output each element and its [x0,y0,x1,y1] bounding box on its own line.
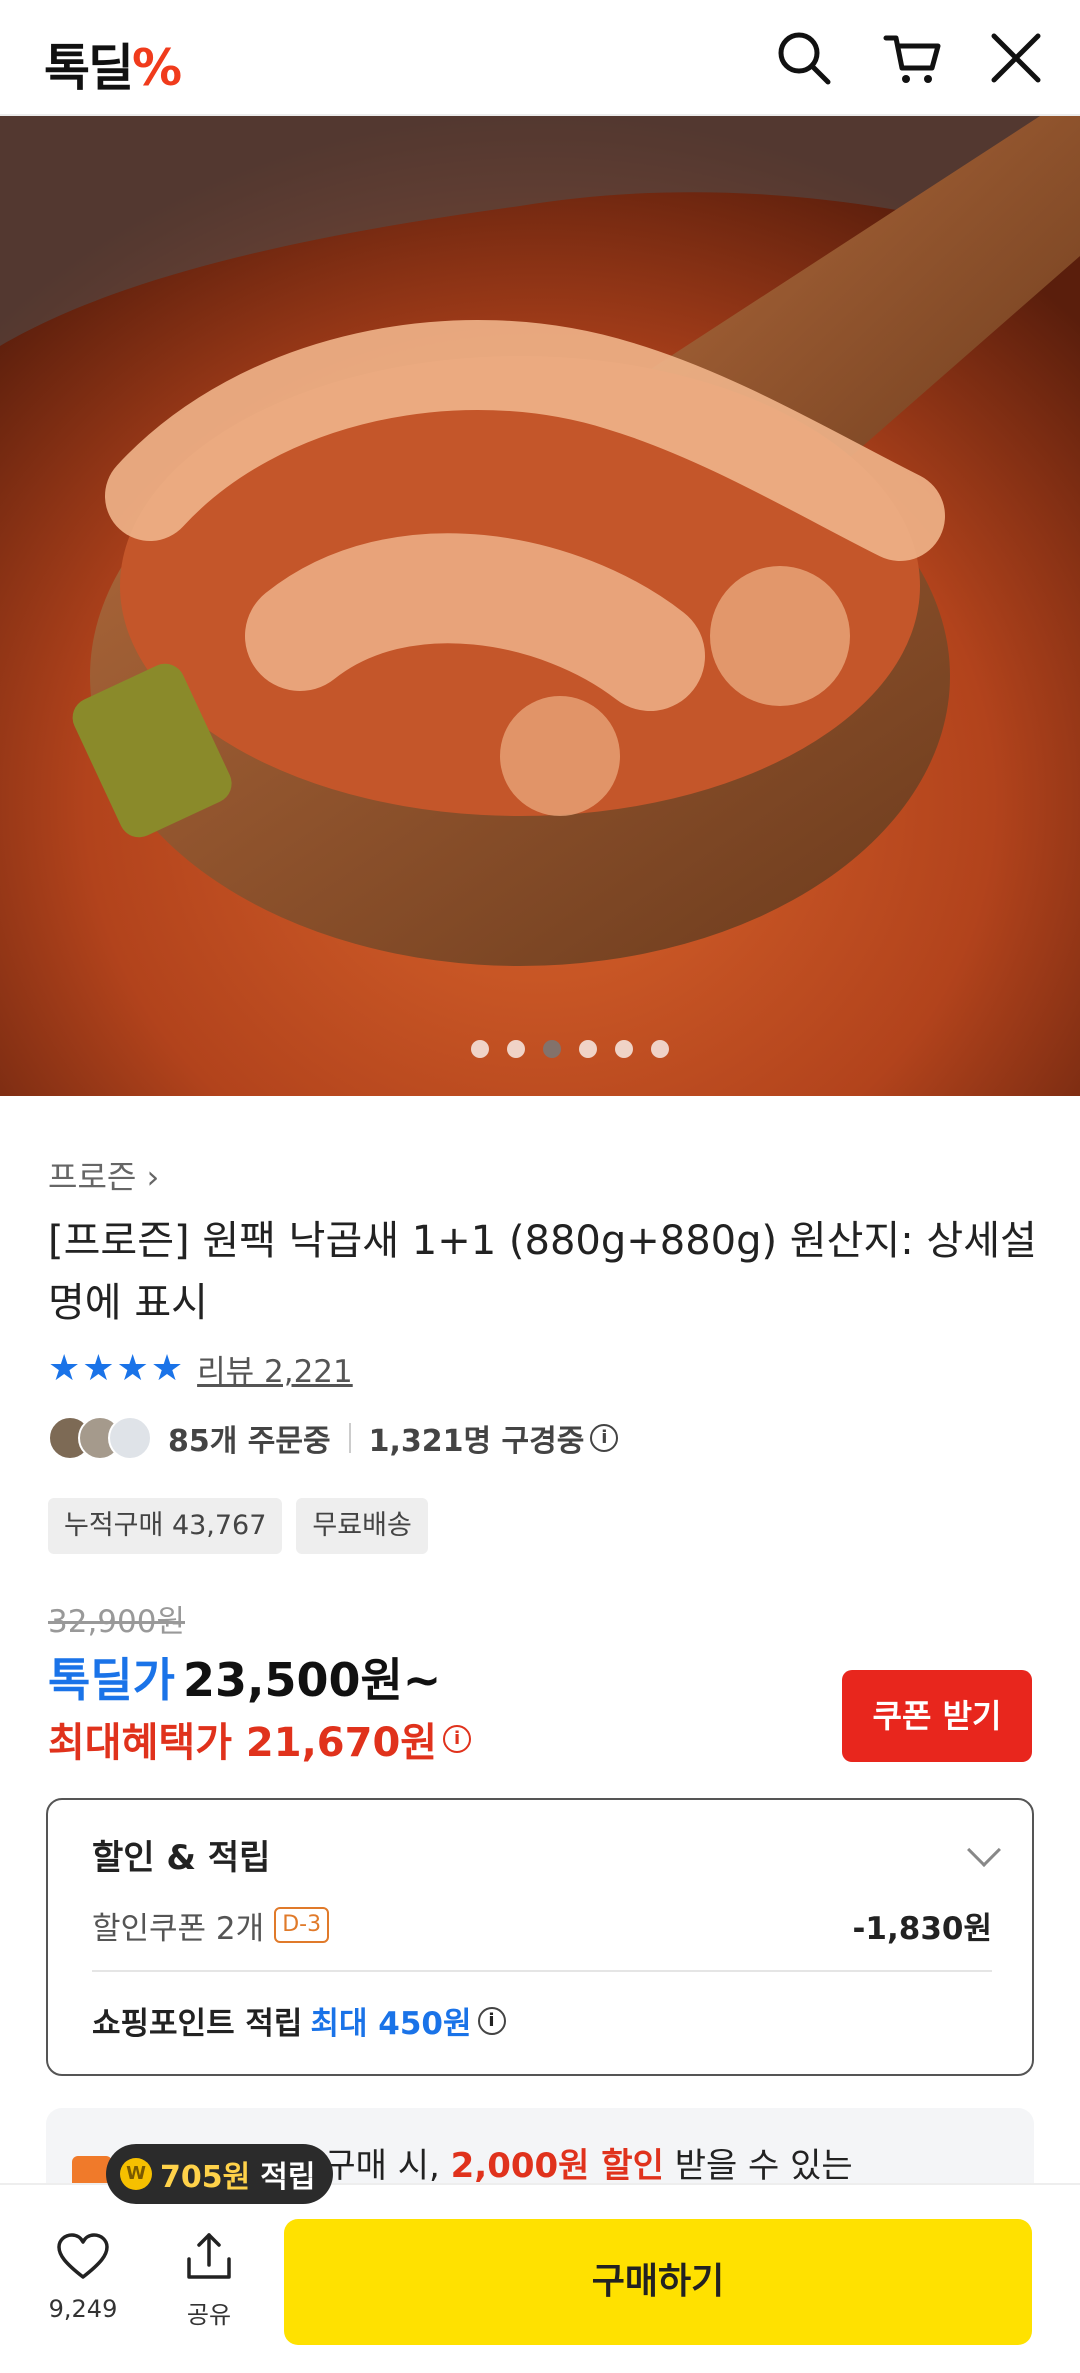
coupon-row: 할인쿠폰 2개 D-3 -1,830원 [92,1900,992,1950]
info-icon[interactable]: i [443,1725,472,1753]
chip-cumulative-purchases: 누적구매 43,767 [48,1498,283,1554]
coupon-value: -1,830원 [852,1910,992,1947]
info-icon[interactable]: i [477,2006,506,2035]
carousel-dot[interactable] [471,1040,489,1058]
carousel-dot[interactable] [651,1040,669,1058]
tooltip-points: 705원 [160,2160,251,2195]
carousel-dot-active[interactable] [543,1040,561,1058]
orders-count: 85개 주문중 [168,1424,331,1459]
max-benefit-price: 최대혜택가 21,670원 i [48,1710,472,1768]
carousel-dot[interactable] [579,1040,597,1058]
point-value: 최대 450원 [310,2006,472,2042]
point-row: 쇼핑포인트 적립 최대 450원 i [92,1998,506,2043]
coin-icon: W [120,2158,152,2190]
product-photo [0,116,1080,1096]
cart-icon[interactable] [880,26,944,90]
buyer-avatars [48,1416,152,1460]
category-link[interactable]: 프로즌 › [48,1152,159,1198]
product-image[interactable] [0,116,1080,1096]
buy-button[interactable]: 구매하기 [284,2219,1032,2345]
star-rating: ★★★★ [48,1348,186,1389]
deal-price-row: 톡딜가 23,500원~ [48,1644,441,1710]
logo[interactable]: 톡딜% [44,28,182,100]
search-icon[interactable] [772,26,836,90]
point-label: 쇼핑포인트 적립 [92,2006,303,2042]
heart-icon [57,2233,109,2279]
logo-accent: % [132,39,182,97]
like-button[interactable]: 9,249 [38,2229,128,2323]
avatar [108,1416,152,1460]
share-label: 공유 [186,2301,232,2329]
chip-free-shipping: 무료배송 [296,1498,428,1554]
share-icon [187,2233,231,2279]
review-link[interactable]: 리뷰 2,221 [197,1346,353,1391]
deal-price: 23,500원~ [182,1653,442,1707]
divider [92,1970,992,1972]
divider [348,1423,351,1453]
badge-chips: 누적구매 43,767 무료배송 [48,1498,428,1554]
points-tooltip: W 705원 적립 [106,2144,334,2204]
top-header: 톡딜% [0,0,1080,116]
deal-label: 톡딜가 [48,1653,175,1707]
discount-heading: 할인 & 적립 [92,1838,271,1878]
tooltip-label: 적립 [260,2160,316,2195]
carousel-dot[interactable] [615,1040,633,1058]
rating-row: ★★★★ 리뷰 2,221 [48,1346,353,1391]
order-stats: 85개 주문중 1,321명 구경중 i [48,1416,619,1460]
carousel-dot[interactable] [507,1040,525,1058]
get-coupon-button[interactable]: 쿠폰 받기 [842,1670,1032,1762]
coupon-label: 할인쿠폰 2개 [92,1910,265,1947]
carousel-dots [0,1040,1080,1058]
like-count: 9,249 [48,2295,118,2323]
info-icon[interactable]: i [590,1424,619,1452]
promo-text-post: 받을 수 있는 [674,2146,853,2186]
chevron-down-icon[interactable] [967,1833,1001,1867]
close-icon[interactable] [984,26,1048,90]
viewers-count: 1,321명 구경중 [368,1424,585,1459]
original-price: 32,900원 [48,1604,185,1640]
max-benefit-text: 최대혜택가 21,670원 [48,1720,438,1766]
promo-text-highlight: 2,000원 할인 [450,2146,664,2186]
bottom-action-bar: 9,249 공유 구매하기 [0,2183,1080,2373]
discount-panel[interactable]: 할인 & 적립 할인쿠폰 2개 D-3 -1,830원 쇼핑포인트 적립 최대 … [46,1798,1034,2076]
dday-badge: D-3 [274,1907,330,1943]
share-button[interactable]: 공유 [164,2229,254,2330]
logo-text: 톡딜 [44,39,134,97]
product-title: [프로즌] 원팩 낙곱새 1+1 (880g+880g) 원산지: 상세설명에 … [48,1218,1037,1326]
